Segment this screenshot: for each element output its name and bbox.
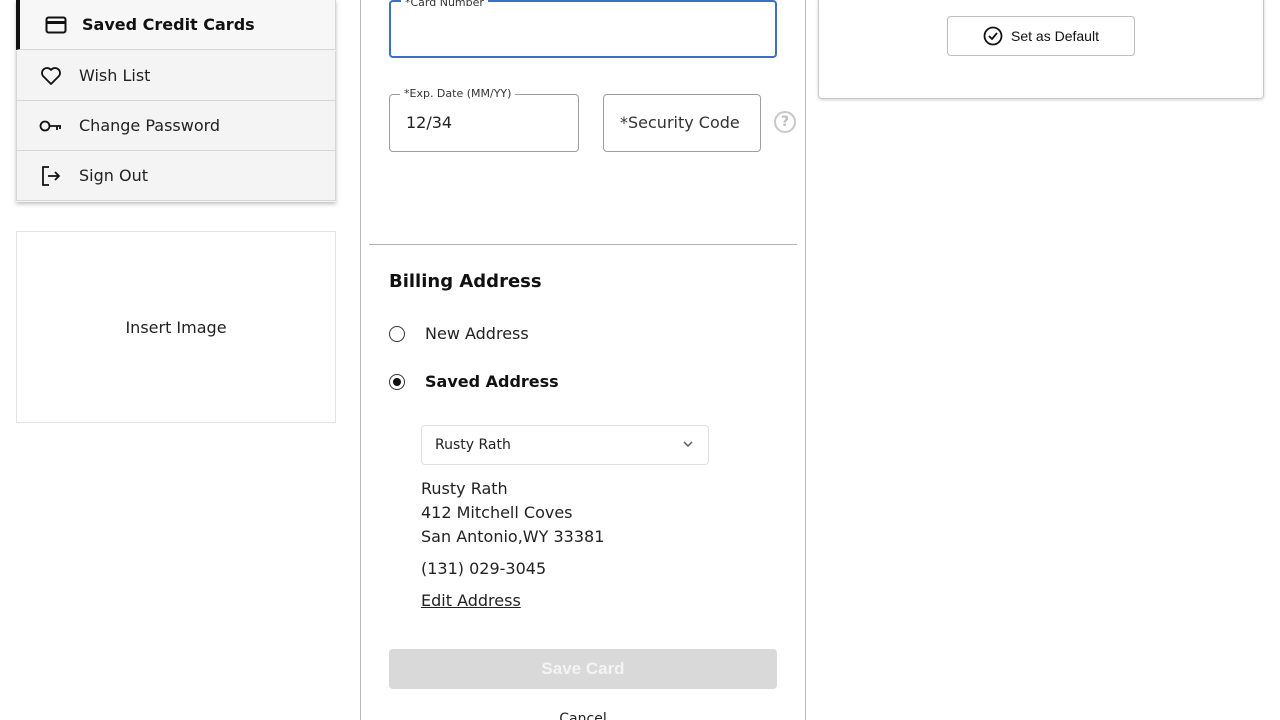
new-address-radio[interactable] xyxy=(389,325,405,342)
sidebar-item-label: Change Password xyxy=(79,116,221,135)
address-city-state-zip: San Antonio,WY 33381 xyxy=(421,527,605,546)
key-icon xyxy=(39,114,63,138)
insert-image-label: Insert Image xyxy=(125,317,227,337)
insert-image-placeholder: Insert Image xyxy=(16,231,336,423)
address-name: Rusty Rath xyxy=(421,479,508,498)
set-as-default-button[interactable]: Set as Default xyxy=(947,16,1135,56)
card-number-field[interactable]: *Card Number xyxy=(389,0,777,58)
address-phone: (131) 029-3045 xyxy=(421,559,547,578)
heart-icon xyxy=(39,64,63,88)
security-code-placeholder: *Security Code xyxy=(620,113,740,132)
sidebar-item-label: Wish List xyxy=(79,66,151,85)
sidebar-item-sign-out[interactable]: Sign Out xyxy=(16,151,336,201)
exp-date-value: 12/34 xyxy=(406,113,453,132)
card-number-label: *Card Number xyxy=(401,0,488,10)
new-address-option[interactable]: New Address xyxy=(389,324,529,343)
saved-address-select[interactable]: Rusty Rath xyxy=(421,425,709,465)
saved-address-option[interactable]: Saved Address xyxy=(389,372,559,391)
set-as-default-label: Set as Default xyxy=(1011,28,1099,44)
saved-address-label: Saved Address xyxy=(425,372,559,391)
saved-address-select-value: Rusty Rath xyxy=(435,437,511,453)
account-sidebar-nav: Saved Credit Cards Wish List Change Pass… xyxy=(16,0,336,202)
save-card-button[interactable]: Save Card xyxy=(389,649,777,689)
address-street: 412 Mitchell Coves xyxy=(421,503,573,522)
help-icon[interactable]: ? xyxy=(774,111,796,133)
sign-out-icon xyxy=(39,164,63,188)
section-divider xyxy=(369,244,797,245)
credit-card-icon xyxy=(44,13,68,37)
chevron-down-icon xyxy=(682,438,694,454)
sidebar-item-label: Sign Out xyxy=(79,166,148,185)
edit-address-link[interactable]: Edit Address xyxy=(421,591,521,610)
security-code-field[interactable]: *Security Code xyxy=(603,94,761,152)
saved-address-radio[interactable] xyxy=(389,373,405,390)
sidebar-item-wish-list[interactable]: Wish List xyxy=(16,51,336,101)
exp-date-label: *Exp. Date (MM/YY) xyxy=(400,87,516,101)
check-circle-icon xyxy=(983,26,1003,46)
sidebar-item-change-password[interactable]: Change Password xyxy=(16,101,336,151)
sidebar-item-saved-credit-cards[interactable]: Saved Credit Cards xyxy=(16,0,336,50)
billing-address-title: Billing Address xyxy=(389,271,542,292)
new-address-label: New Address xyxy=(425,324,529,343)
exp-date-field[interactable]: *Exp. Date (MM/YY) 12/34 xyxy=(389,87,579,152)
sidebar-item-label: Saved Credit Cards xyxy=(82,15,255,34)
cancel-link[interactable]: Cancel xyxy=(389,711,777,720)
